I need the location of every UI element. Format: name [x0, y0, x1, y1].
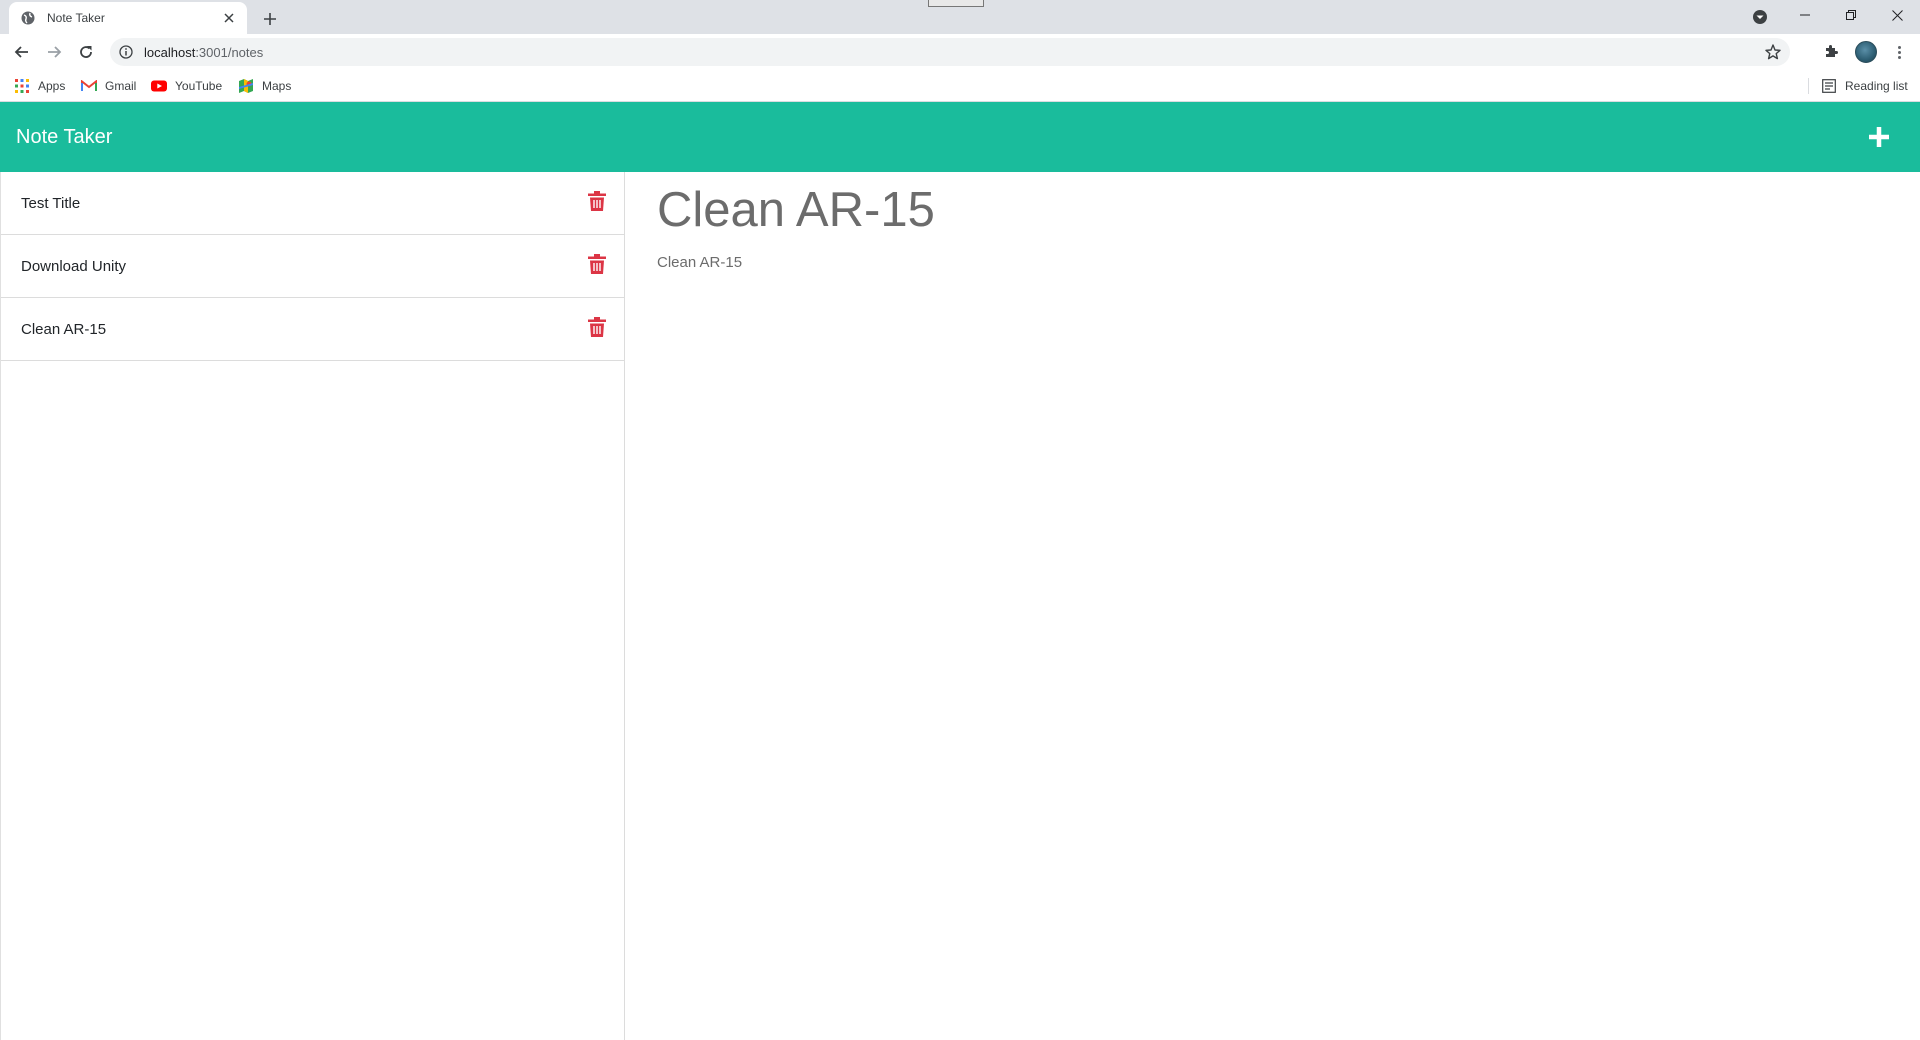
- browser-toolbar: localhost:3001/notes: [0, 34, 1920, 70]
- list-item[interactable]: Download Unity: [1, 235, 624, 298]
- bookmark-youtube[interactable]: YouTube: [151, 76, 222, 96]
- address-bar[interactable]: localhost:3001/notes: [110, 38, 1790, 66]
- bookmark-apps[interactable]: Apps: [14, 76, 65, 96]
- maps-icon: [238, 78, 254, 94]
- bookmarks-separator: [1808, 78, 1809, 94]
- gmail-icon: [81, 78, 97, 94]
- list-item[interactable]: Clean AR-15: [1, 298, 624, 361]
- list-item[interactable]: Test Title: [1, 172, 624, 235]
- note-title[interactable]: Download Unity: [21, 258, 126, 275]
- browser-tab-strip: Note Taker: [0, 0, 1920, 34]
- url-host: localhost: [144, 44, 196, 60]
- new-tab-button[interactable]: [258, 7, 282, 31]
- trash-icon[interactable]: [588, 254, 606, 274]
- note-list: Test Title Download Unity Clean AR-15: [0, 172, 625, 1040]
- note-title[interactable]: Test Title: [21, 195, 80, 212]
- app-navbar: Note Taker: [0, 102, 1920, 172]
- bookmark-label: Maps: [262, 79, 292, 93]
- bookmark-maps[interactable]: Maps: [238, 76, 291, 96]
- trash-icon[interactable]: [588, 191, 606, 211]
- bookmark-gmail[interactable]: Gmail: [81, 76, 136, 96]
- apps-grid-icon: [14, 78, 30, 94]
- app-brand-title[interactable]: Note Taker: [16, 126, 112, 149]
- new-note-button[interactable]: [1866, 124, 1892, 150]
- url-text: localhost:3001/notes: [144, 45, 263, 60]
- minimize-icon[interactable]: [1782, 0, 1828, 30]
- plus-icon: [1869, 127, 1889, 147]
- reload-icon[interactable]: [72, 38, 100, 66]
- back-arrow-icon[interactable]: [8, 38, 36, 66]
- bookmark-label: Gmail: [105, 79, 137, 93]
- reading-list-button[interactable]: Reading list: [1821, 76, 1908, 96]
- globe-icon: [20, 10, 36, 26]
- note-title-field[interactable]: Clean AR-15: [657, 182, 935, 238]
- reading-list-icon: [1821, 78, 1837, 94]
- site-info-icon[interactable]: [118, 44, 134, 60]
- restore-icon[interactable]: [1828, 0, 1874, 30]
- browser-tab-title: Note Taker: [47, 11, 105, 25]
- tab-search-icon[interactable]: [1751, 8, 1769, 26]
- note-title[interactable]: Clean AR-15: [21, 321, 106, 338]
- window-controls: [1782, 0, 1920, 30]
- window-drag-handle[interactable]: [928, 0, 984, 7]
- browser-menu-icon[interactable]: [1889, 42, 1909, 62]
- note-editor: Clean AR-15 Clean AR-15: [626, 172, 1920, 1040]
- bookmarks-bar: Apps Gmail YouTube Maps Reading list: [0, 70, 1920, 102]
- youtube-icon: [151, 78, 167, 94]
- reading-list-label: Reading list: [1845, 79, 1908, 93]
- close-tab-icon[interactable]: [219, 8, 239, 28]
- url-path: :3001/notes: [195, 44, 264, 60]
- close-window-icon[interactable]: [1874, 0, 1920, 30]
- bookmark-star-icon[interactable]: [1764, 43, 1782, 61]
- forward-arrow-icon[interactable]: [40, 38, 68, 66]
- browser-tab-active[interactable]: Note Taker: [9, 2, 247, 34]
- bookmark-label: YouTube: [175, 79, 223, 93]
- bookmark-label: Apps: [38, 79, 66, 93]
- note-text-area[interactable]: Clean AR-15: [657, 254, 742, 271]
- extensions-puzzle-icon[interactable]: [1823, 42, 1843, 62]
- profile-avatar[interactable]: [1855, 41, 1877, 63]
- trash-icon[interactable]: [588, 317, 606, 337]
